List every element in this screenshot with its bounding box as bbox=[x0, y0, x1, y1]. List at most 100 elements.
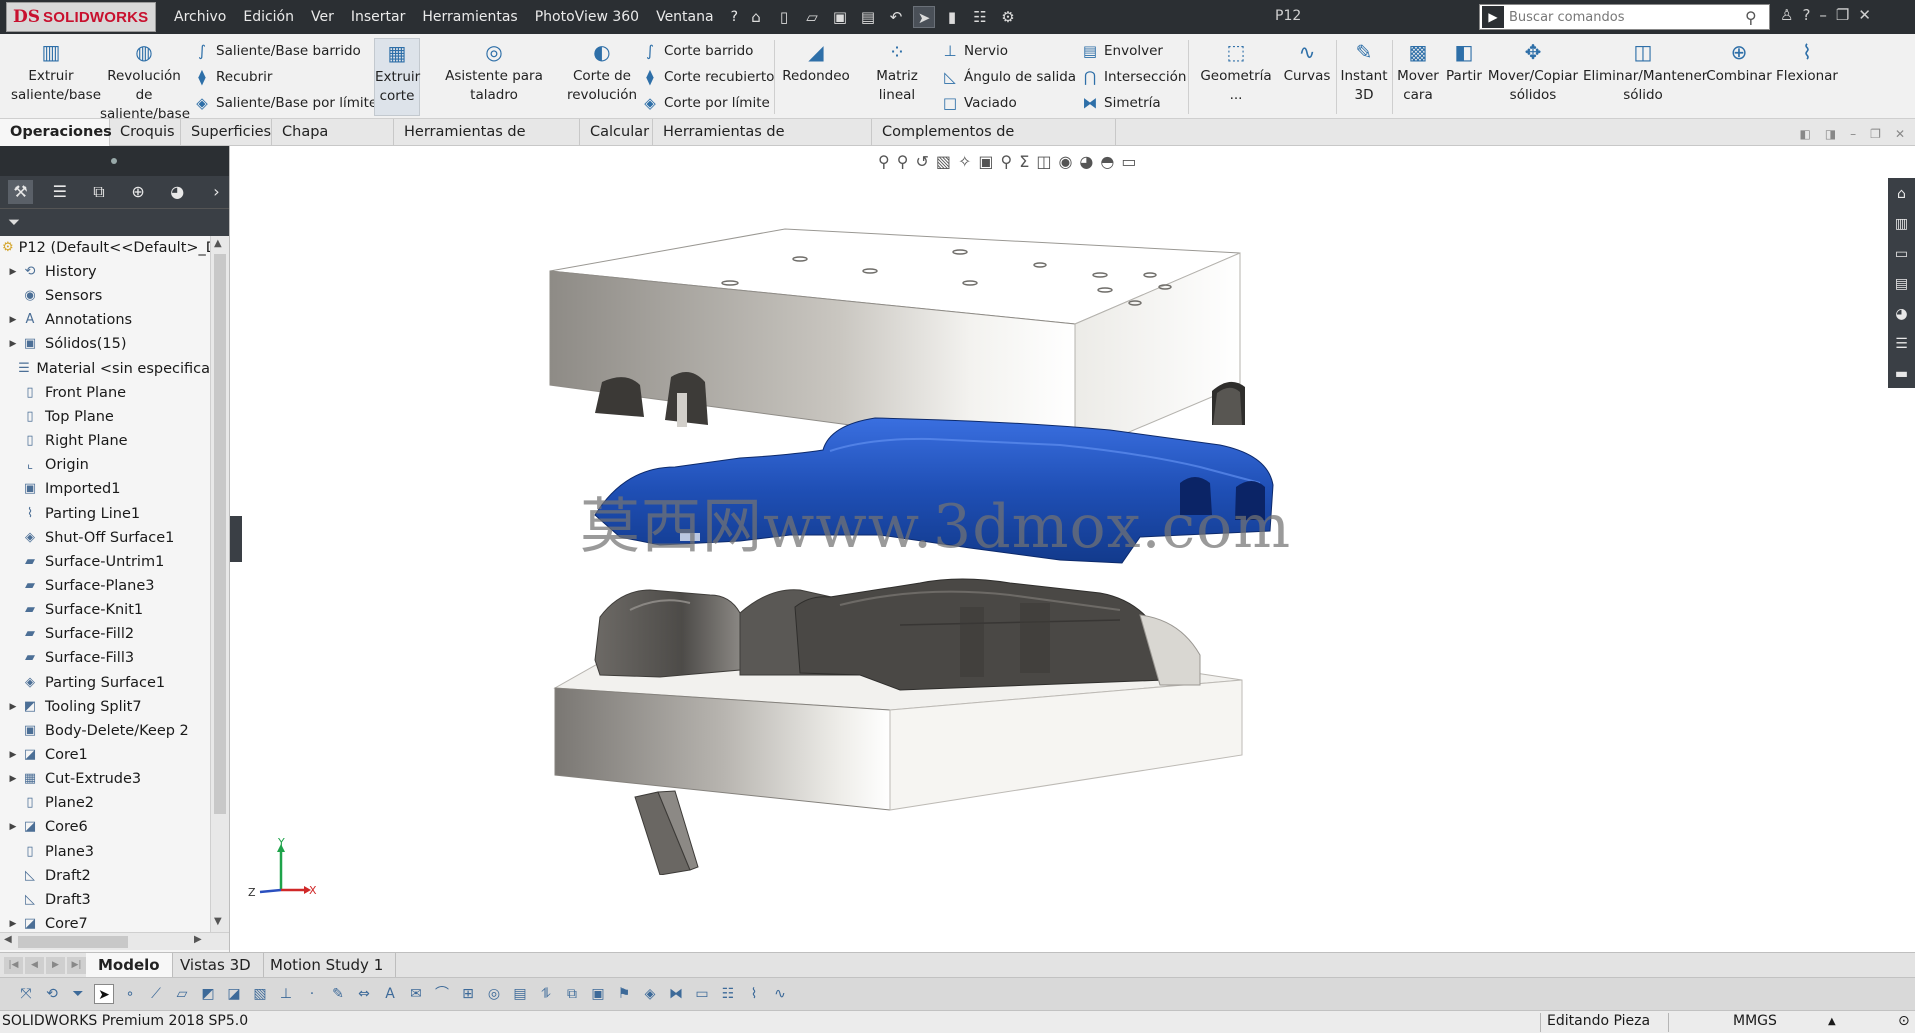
solidworks-forum-icon[interactable]: ▬ bbox=[1892, 364, 1912, 385]
status-help-icon[interactable]: ⊙ bbox=[1898, 1013, 1910, 1029]
select-cosmetic-icon[interactable]: ▤ bbox=[510, 984, 530, 1004]
tree-root[interactable]: ⚙ P12 (Default<<Default>_D bbox=[0, 236, 210, 260]
file-properties-icon[interactable]: ☷ bbox=[969, 6, 991, 28]
panel-drag-dot[interactable] bbox=[111, 158, 117, 164]
scroll-up-icon[interactable]: ▲ bbox=[214, 238, 222, 249]
boundary-cut-button[interactable]: ◈ Corte por límite bbox=[640, 90, 774, 116]
rotate-icon[interactable]: ⟲ bbox=[42, 984, 62, 1004]
select-faces-2-icon[interactable]: ▭ bbox=[692, 984, 712, 1004]
undo-icon[interactable]: ↶ bbox=[885, 6, 907, 28]
hscroll-thumb[interactable] bbox=[18, 936, 128, 948]
feature-manager-tab-icon[interactable]: ⚒ bbox=[8, 180, 34, 204]
display-style-icon[interactable]: ◫ bbox=[1036, 152, 1051, 171]
tree-item[interactable]: ◺ Draft2 bbox=[0, 864, 210, 888]
extrude-cut-button[interactable]: ▦ Extruir corte bbox=[374, 38, 420, 116]
tree-item[interactable]: ▣ Imported1 bbox=[0, 477, 210, 501]
select-arrow-icon[interactable]: ➤ bbox=[913, 6, 935, 28]
new-document-icon[interactable]: ▯ bbox=[773, 6, 795, 28]
print-icon[interactable]: ▤ bbox=[857, 6, 879, 28]
extrude-boss-button[interactable]: ▥ Extruir saliente/base bbox=[6, 38, 101, 116]
hide-items-icon[interactable]: ◉ bbox=[1058, 152, 1072, 171]
select-mates-icon[interactable]: ⧉ bbox=[562, 984, 582, 1004]
configuration-manager-tab-icon[interactable]: ⧉ bbox=[86, 180, 111, 204]
select-labels-icon[interactable]: ⚑ bbox=[614, 984, 634, 1004]
shell-button[interactable]: □ Vaciado bbox=[940, 90, 1076, 116]
expand-arrow-icon[interactable]: ▶ bbox=[6, 774, 20, 784]
flex-button[interactable]: ⌇ Flexionar bbox=[1774, 38, 1840, 116]
tree-item[interactable]: ▰ Surface-Knit1 bbox=[0, 598, 210, 622]
expand-arrow-icon[interactable]: ▶ bbox=[6, 750, 20, 760]
home-icon[interactable]: ⌂ bbox=[745, 6, 767, 28]
menu-edicion[interactable]: Edición bbox=[243, 9, 294, 25]
tree-item[interactable]: ▰ Surface-Fill2 bbox=[0, 622, 210, 646]
dimxpert-tab-icon[interactable]: ⊕ bbox=[126, 180, 151, 204]
scroll-left-icon[interactable]: ◀ bbox=[4, 934, 12, 945]
select-edges-icon[interactable]: ⟋ bbox=[146, 984, 166, 1004]
select-datum-icon[interactable]: ⊞ bbox=[458, 984, 478, 1004]
tree-item[interactable]: ▶ ◪ Core6 bbox=[0, 815, 210, 839]
menu-help[interactable]: ? bbox=[731, 9, 738, 25]
tree-item[interactable]: ▯ Plane2 bbox=[0, 791, 210, 815]
tree-item[interactable]: ▯ Right Plane bbox=[0, 429, 210, 453]
select-surfaces-icon[interactable]: ◪ bbox=[224, 984, 244, 1004]
menu-ventana[interactable]: Ventana bbox=[656, 9, 714, 25]
tree-item[interactable]: ▯ Plane3 bbox=[0, 840, 210, 864]
tab-vistas-3d[interactable]: Vistas 3D bbox=[168, 953, 264, 977]
tab-operaciones[interactable]: Operaciones bbox=[0, 119, 112, 146]
move-face-button[interactable]: ▩ Mover cara bbox=[1394, 38, 1442, 116]
doc-minimize-icon[interactable]: – bbox=[1850, 127, 1856, 141]
menu-archivo[interactable]: Archivo bbox=[174, 9, 226, 25]
expand-arrow-icon[interactable]: ▶ bbox=[6, 919, 20, 929]
open-folder-icon[interactable]: ▱ bbox=[801, 6, 823, 28]
tree-item[interactable]: ◺ Draft3 bbox=[0, 888, 210, 912]
tree-item[interactable]: ▰ Surface-Plane3 bbox=[0, 574, 210, 598]
tab-calcular[interactable]: Calcular bbox=[580, 119, 653, 146]
delete-keep-body-button[interactable]: ◫ Eliminar/Mantener sólido bbox=[1582, 38, 1707, 116]
hole-wizard-button[interactable]: ◎ Asistente para taladro bbox=[424, 38, 564, 116]
first-tab-icon[interactable]: |◀ bbox=[4, 957, 23, 974]
display-manager-tab-icon[interactable]: ◕ bbox=[165, 180, 190, 204]
select-annotations-icon[interactable]: A bbox=[380, 984, 400, 1004]
user-icon[interactable]: ♙ bbox=[1780, 6, 1793, 24]
solidworks-resources-icon[interactable]: ⌂ bbox=[1892, 184, 1912, 205]
revolve-cut-button[interactable]: ◐ Corte de revolución bbox=[566, 38, 638, 116]
menu-ver[interactable]: Ver bbox=[311, 9, 334, 25]
filter-icon[interactable]: ⏷ bbox=[68, 984, 88, 1004]
select-axes-icon[interactable]: ⊥ bbox=[276, 984, 296, 1004]
linear-pattern-button[interactable]: ⁘ Matriz lineal bbox=[856, 38, 938, 116]
summation-icon[interactable]: Σ bbox=[1019, 152, 1029, 171]
property-manager-tab-icon[interactable]: ☰ bbox=[47, 180, 72, 204]
apply-scene-icon[interactable]: ◓ bbox=[1100, 152, 1114, 171]
select-vertices-icon[interactable]: ∘ bbox=[120, 984, 140, 1004]
close-icon[interactable]: ✕ bbox=[1858, 6, 1871, 24]
rib-button[interactable]: ⊥ Nervio bbox=[940, 38, 1076, 64]
tree-item[interactable]: ▣ Body-Delete/Keep 2 bbox=[0, 719, 210, 743]
tree-item[interactable]: ▰ Surface-Untrim1 bbox=[0, 550, 210, 574]
save-icon[interactable]: ▣ bbox=[829, 6, 851, 28]
panel-expand-chevron-icon[interactable]: › bbox=[204, 180, 229, 204]
select-routes-icon[interactable]: ⥮ bbox=[536, 984, 556, 1004]
select-faces-icon[interactable]: ▱ bbox=[172, 984, 192, 1004]
draft-button[interactable]: ◺ Ángulo de salida bbox=[940, 64, 1076, 90]
expand-arrow-icon[interactable]: ▶ bbox=[6, 267, 20, 277]
wrap-button[interactable]: ▤ Envolver bbox=[1080, 38, 1186, 64]
select-bodies-icon[interactable]: ◩ bbox=[198, 984, 218, 1004]
intersect-button[interactable]: ⋂ Intersección bbox=[1080, 64, 1187, 90]
view-palette-icon[interactable]: ▤ bbox=[1892, 274, 1912, 295]
tree-item[interactable]: ▶ ⟲ History bbox=[0, 260, 210, 284]
units-status[interactable]: MMGS bbox=[1733, 1013, 1777, 1029]
restore-icon[interactable]: ❐ bbox=[1836, 6, 1849, 24]
select-icon[interactable]: ➤ bbox=[94, 984, 114, 1004]
design-library-icon[interactable]: ▥ bbox=[1892, 214, 1912, 235]
custom-properties-icon[interactable]: ☰ bbox=[1892, 334, 1912, 355]
revolve-boss-button[interactable]: ◍ Revolución de saliente/base bbox=[98, 38, 190, 122]
select-points-icon[interactable]: ⋅ bbox=[302, 984, 322, 1004]
zoom-to-area-icon[interactable]: ⚲ bbox=[897, 152, 909, 171]
swept-boss-button[interactable]: ∫ Saliente/Base barrido bbox=[192, 38, 377, 64]
select-blocks-icon[interactable]: ▣ bbox=[588, 984, 608, 1004]
loft-boss-button[interactable]: ⧫ Recubrir bbox=[192, 64, 377, 90]
tab-modelo[interactable]: Modelo bbox=[86, 953, 173, 977]
menu-photoview[interactable]: PhotoView 360 bbox=[535, 9, 639, 25]
minimize-icon[interactable]: – bbox=[1819, 6, 1827, 24]
select-springs-icon[interactable]: ∿ bbox=[770, 984, 790, 1004]
